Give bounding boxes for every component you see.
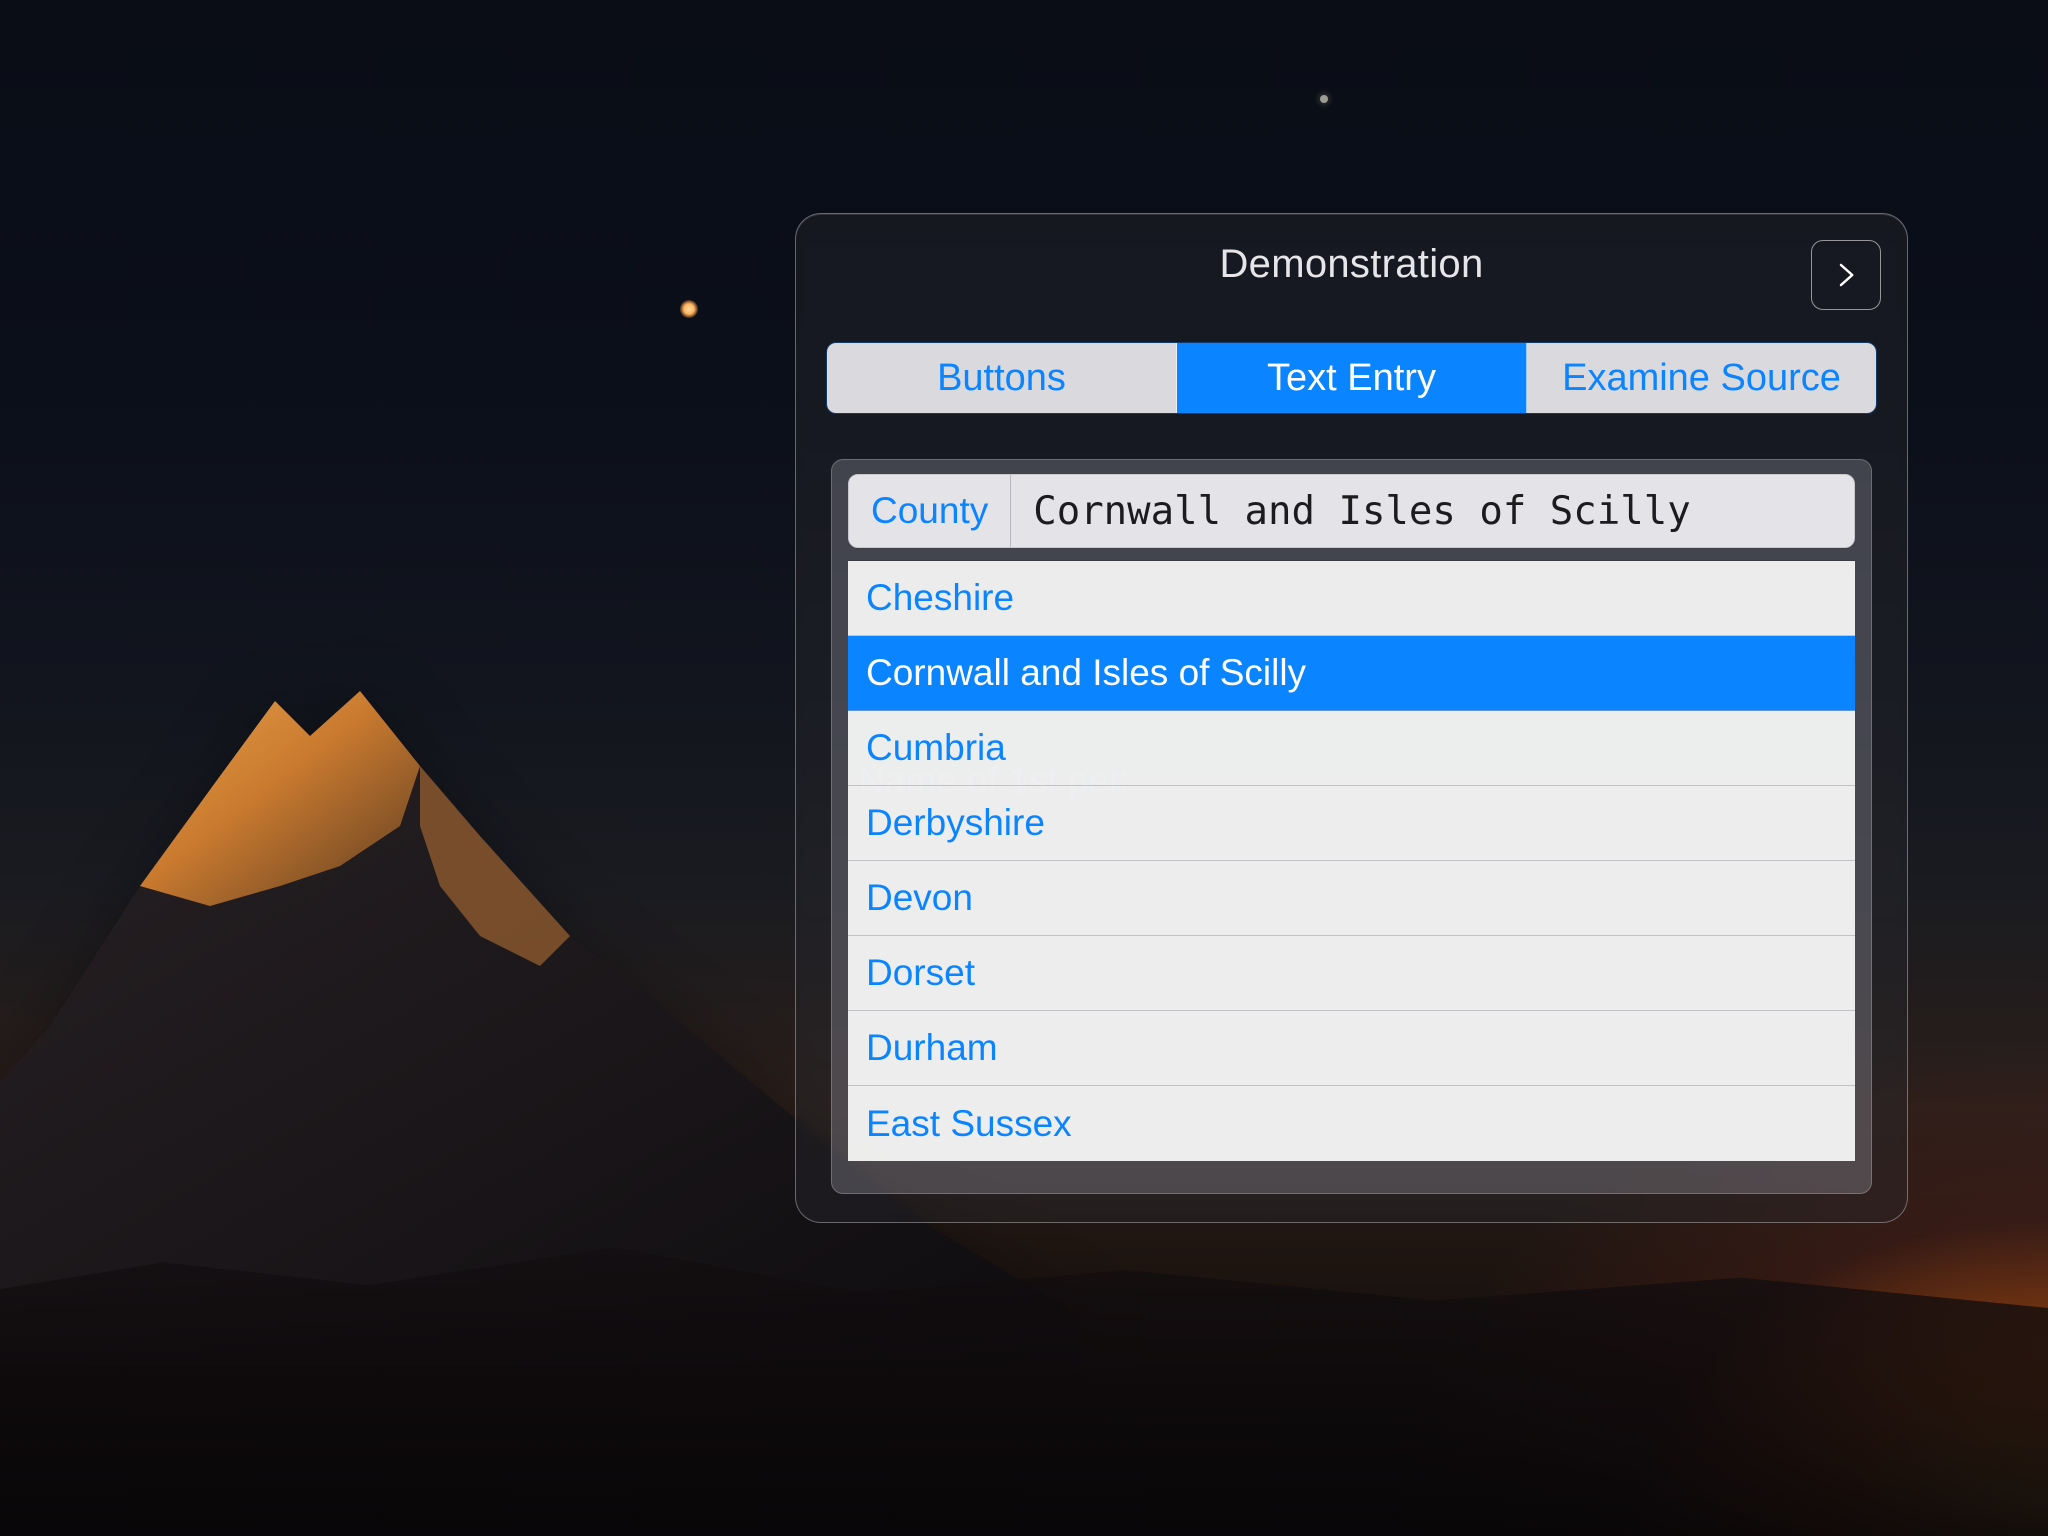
star-icon bbox=[1320, 95, 1328, 103]
content-area: County Cornwall and Isles of Scilly Nick… bbox=[831, 459, 1872, 1194]
county-label[interactable]: County bbox=[849, 475, 1011, 547]
county-field-row: County Cornwall and Isles of Scilly bbox=[848, 474, 1855, 548]
next-button[interactable] bbox=[1811, 240, 1881, 310]
tab-text-entry[interactable]: Text Entry bbox=[1177, 343, 1527, 413]
tab-bar: Buttons Text Entry Examine Source bbox=[826, 342, 1877, 414]
option-devon[interactable]: Devon bbox=[848, 861, 1855, 936]
panel-header: Demonstration bbox=[796, 214, 1907, 314]
panel-title: Demonstration bbox=[1219, 242, 1483, 287]
option-east-sussex[interactable]: East Sussex bbox=[848, 1086, 1855, 1161]
county-value-input[interactable]: Cornwall and Isles of Scilly bbox=[1011, 475, 1854, 547]
option-durham[interactable]: Durham bbox=[848, 1011, 1855, 1086]
option-dorset[interactable]: Dorset bbox=[848, 936, 1855, 1011]
tab-examine-source[interactable]: Examine Source bbox=[1527, 343, 1876, 413]
option-cornwall[interactable]: Cornwall and Isles of Scilly bbox=[848, 636, 1855, 711]
option-derbyshire[interactable]: Derbyshire bbox=[848, 786, 1855, 861]
chevron-right-icon bbox=[1831, 260, 1861, 290]
demonstration-panel: Demonstration Buttons Text Entry Examine… bbox=[795, 213, 1908, 1223]
tab-buttons[interactable]: Buttons bbox=[827, 343, 1177, 413]
option-cumbria[interactable]: Cumbria bbox=[848, 711, 1855, 786]
star-icon bbox=[680, 300, 698, 318]
county-dropdown[interactable]: Cheshire Cornwall and Isles of Scilly Cu… bbox=[848, 560, 1855, 1161]
option-cheshire[interactable]: Cheshire bbox=[848, 561, 1855, 636]
